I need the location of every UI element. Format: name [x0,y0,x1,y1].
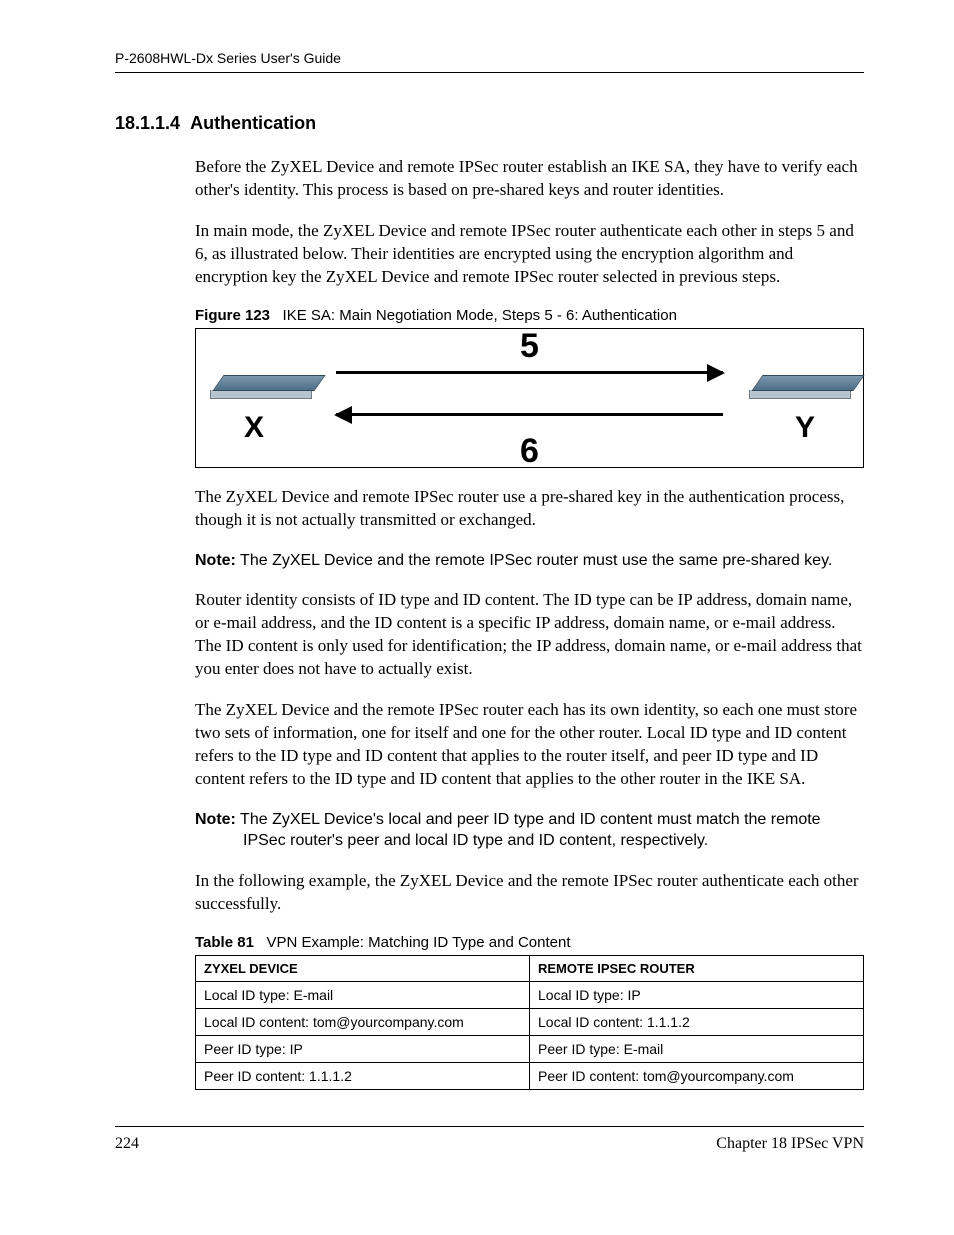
table-cell: Local ID content: tom@yourcompany.com [196,1008,530,1035]
paragraph: Before the ZyXEL Device and remote IPSec… [195,156,864,202]
device-x-label: X [244,411,264,445]
arrow-right-icon [336,371,723,374]
note: Note: The ZyXEL Device and the remote IP… [195,550,864,572]
table-header-cell: ZYXEL DEVICE [196,955,530,981]
note-text: The ZyXEL Device and the remote IPSec ro… [240,552,832,569]
vpn-example-table: ZYXEL DEVICE REMOTE IPSEC ROUTER Local I… [195,955,864,1090]
table-cell: Local ID content: 1.1.1.2 [530,1008,864,1035]
table-header-row: ZYXEL DEVICE REMOTE IPSEC ROUTER [196,955,864,981]
table-caption: Table 81 VPN Example: Matching ID Type a… [195,934,864,951]
table-cell: Peer ID content: 1.1.1.2 [196,1062,530,1089]
paragraph: In the following example, the ZyXEL Devi… [195,870,864,916]
table-cell: Local ID type: E-mail [196,981,530,1008]
page-footer: 224 Chapter 18 IPSec VPN [115,1126,864,1153]
paragraph: The ZyXEL Device and remote IPSec router… [195,486,864,532]
table-row: Peer ID content: 1.1.1.2 Peer ID content… [196,1062,864,1089]
section-heading: 18.1.1.4 Authentication [115,113,864,134]
step-5-label: 5 [520,327,539,366]
section-title: Authentication [190,113,316,133]
figure-caption: Figure 123 IKE SA: Main Negotiation Mode… [195,307,864,324]
page-number: 224 [115,1135,139,1153]
note: Note: The ZyXEL Device's local and peer … [195,809,864,852]
arrow-left-icon [336,413,723,416]
note-text: The ZyXEL Device's local and peer ID typ… [240,811,821,850]
chapter-label: Chapter 18 IPSec VPN [716,1135,864,1153]
table-row: Local ID type: E-mail Local ID type: IP [196,981,864,1008]
note-label: Note: [195,552,236,569]
paragraph: In main mode, the ZyXEL Device and remot… [195,220,864,289]
page: P-2608HWL-Dx Series User's Guide 18.1.1.… [0,0,954,1193]
running-header: P-2608HWL-Dx Series User's Guide [115,50,864,73]
note-label: Note: [195,811,236,828]
section-number: 18.1.1.4 [115,113,180,133]
table-header-cell: REMOTE IPSEC ROUTER [530,955,864,981]
table-row: Local ID content: tom@yourcompany.com Lo… [196,1008,864,1035]
table-cell: Peer ID type: E-mail [530,1035,864,1062]
figure-label: Figure 123 [195,307,270,324]
device-left-icon [210,375,310,399]
table-cell: Local ID type: IP [530,981,864,1008]
table-cell: Peer ID content: tom@yourcompany.com [530,1062,864,1089]
table-caption-text: VPN Example: Matching ID Type and Conten… [266,934,570,951]
paragraph: Router identity consists of ID type and … [195,589,864,681]
paragraph: The ZyXEL Device and the remote IPSec ro… [195,699,864,791]
table-row: Peer ID type: IP Peer ID type: E-mail [196,1035,864,1062]
table-cell: Peer ID type: IP [196,1035,530,1062]
step-6-label: 6 [520,432,539,471]
device-right-icon [749,375,849,399]
device-y-label: Y [795,411,815,445]
table-label: Table 81 [195,934,254,951]
figure-caption-text: IKE SA: Main Negotiation Mode, Steps 5 -… [283,307,677,324]
figure-ike-auth: 5 6 X Y [195,328,864,468]
